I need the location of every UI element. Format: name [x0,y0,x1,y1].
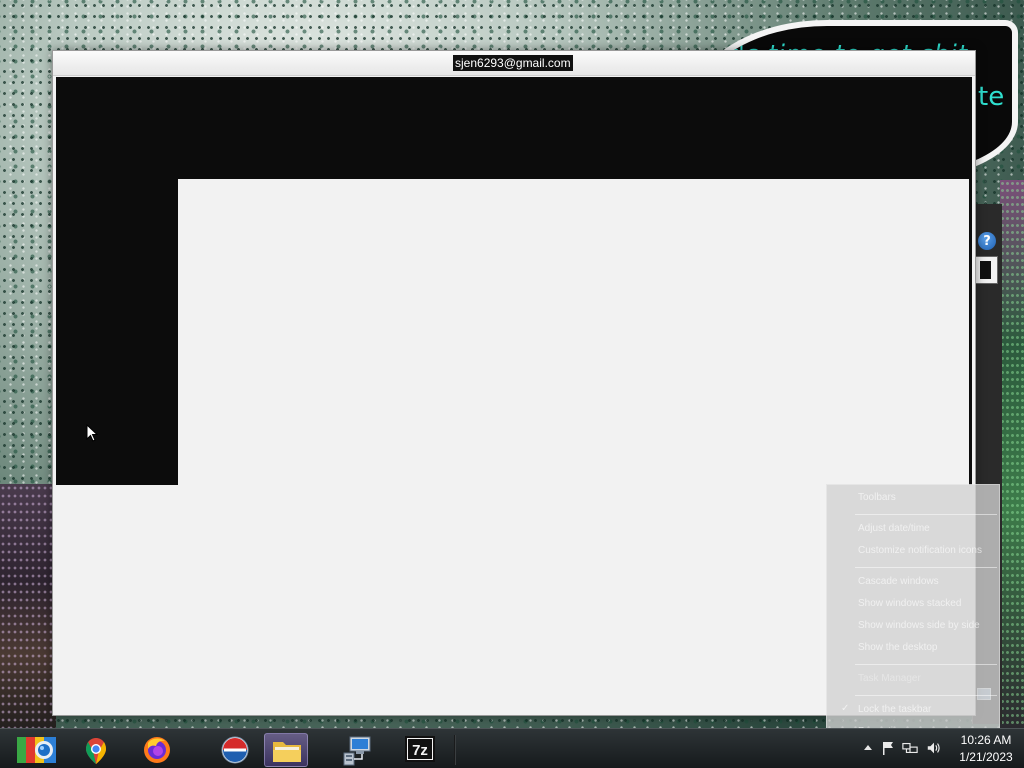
opera-icon[interactable] [214,733,254,767]
menu-item-cascade-windows[interactable]: Cascade windows [827,573,999,591]
menu-item-toolbars[interactable]: Toolbars [827,489,999,507]
clock-time: 10:26 AM [960,733,1012,747]
window-title-bar[interactable]: sjen6293@gmail.com [53,51,975,76]
opera-logo-icon [221,736,249,764]
file-explorer-icon[interactable] [264,733,308,767]
network-icon[interactable] [902,740,918,756]
menu-item-lock-the-taskbar[interactable]: Lock the taskbar [827,701,999,719]
clock-date: 1/21/2023 [959,750,1013,764]
background-window-control[interactable] [974,256,998,284]
wallpaper-quote-line-2: te [978,82,1005,112]
menu-item-show-the-desktop[interactable]: Show the desktop [827,639,999,657]
volume-icon[interactable] [926,740,942,756]
mouse-cursor-icon [86,424,98,442]
folder-icon [273,742,301,762]
menu-item-task-manager[interactable]: Task Manager [827,670,999,688]
menu-separator [855,695,997,696]
wallpaper-crowd-right [1000,180,1024,728]
chrome-logo-icon [86,738,106,764]
menu-item-show-windows-stacked[interactable]: Show windows stacked [827,595,999,613]
menu-separator [855,514,997,515]
svg-text:7z: 7z [412,742,428,759]
computer-network-icon [343,736,371,766]
flag-icon[interactable] [880,740,896,756]
menu-item-customize-notification-icons[interactable]: Customize notification icons [827,542,999,560]
show-hidden-icons-arrow[interactable] [860,740,876,756]
firefox-logo-icon [144,737,170,763]
chrome-icon[interactable] [76,733,116,767]
menu-item-show-windows-side-by-side[interactable]: Show windows side by side [827,617,999,635]
taskbar-separator [454,735,456,765]
network-setup-icon[interactable] [336,733,376,767]
menu-separator [855,664,997,665]
help-icon[interactable]: ? [978,232,996,250]
start-orb-icon [17,737,56,763]
system-tray [856,740,948,760]
start-button[interactable] [10,733,58,767]
7zip-logo-icon: 7z [405,736,435,762]
menu-item-adjust-date-time[interactable]: Adjust date/time [827,520,999,538]
7zip-icon[interactable]: 7z [398,733,438,767]
firefox-icon[interactable] [136,733,176,767]
wallpaper-crowd-left [0,484,56,728]
window-title: sjen6293@gmail.com [453,55,573,71]
menu-separator [855,567,997,568]
taskbar-clock[interactable]: 10:26 AM 1/21/2023 [950,731,1022,767]
taskbar-context-menu: Toolbars Adjust date/time Customize noti… [826,484,1000,746]
